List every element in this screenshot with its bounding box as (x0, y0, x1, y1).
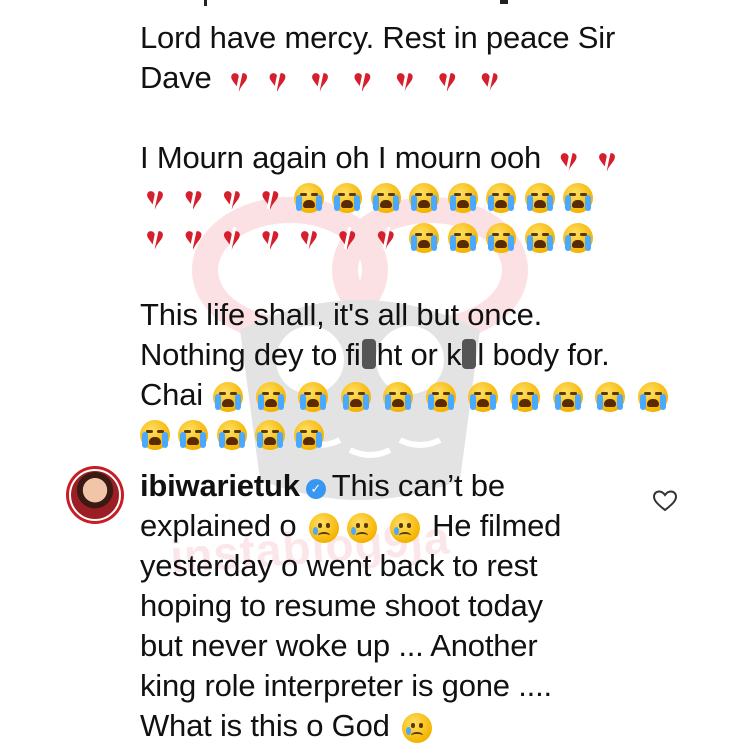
loudly-crying-face-icon (425, 381, 456, 412)
comment-line-text: Chai (140, 377, 203, 412)
comment-line: I Mourn again oh I mourn ooh ♥ ♥ (140, 138, 700, 178)
comment-line: Chai (140, 375, 700, 415)
comment-paragraph-2: I Mourn again oh I mourn ooh ♥ ♥ ♥ ♥ ♥ ♥… (140, 138, 700, 258)
comment-line: Dave ♥ ♥ ♥ ♥ ♥ ♥ ♥ (140, 58, 700, 98)
loudly-crying-face-icon (510, 381, 541, 412)
reply-line: explained o He filmed (140, 506, 660, 546)
reply-comment: ibiwarietuk ✓ This can’t be explained o He… (140, 466, 660, 746)
broken-heart-icon: ♥ (332, 222, 362, 254)
crying-face-icon (308, 512, 339, 543)
comment-line-text: Nothing dey to fi (140, 337, 361, 372)
broken-heart-icon: ♥ (262, 64, 292, 96)
loudly-crying-face-icon (140, 419, 170, 450)
reply-line: yesterday o went back to rest (140, 548, 538, 583)
broken-heart-icon: ♥ (178, 222, 208, 254)
loudly-crying-face-icon (524, 222, 555, 253)
broken-heart-icon: ♥ (371, 222, 401, 254)
emoji-row: ♥ ♥ ♥ ♥ (140, 178, 700, 218)
comment-paragraph-3: This life shall, it's all but once. Noth… (140, 295, 700, 455)
loudly-crying-face-icon (255, 381, 286, 412)
loudly-crying-face-icon (562, 222, 593, 253)
reply-line-text: explained o (140, 508, 297, 543)
comment-line: This life shall, it's all but once. (140, 297, 543, 332)
loudly-crying-face-icon (332, 182, 363, 213)
comment-line-text: l body for. (477, 337, 610, 372)
loudly-crying-face-icon (524, 182, 555, 213)
crying-face-icon (347, 512, 378, 543)
broken-heart-icon: ♥ (390, 64, 420, 96)
reply-line: but never woke up ... Another (140, 628, 538, 663)
loudly-crying-face-icon (467, 381, 498, 412)
broken-heart-icon: ♥ (217, 182, 247, 214)
loudly-crying-face-icon (562, 182, 593, 213)
reply-line-text: What is this o God (140, 708, 390, 743)
emoji-row (140, 415, 700, 455)
comment-line-text: Dave (140, 60, 212, 95)
loudly-crying-face-icon (255, 419, 286, 450)
loudly-crying-face-icon (340, 381, 371, 412)
comment-line: Nothing dey to fi ht or k l body for. (140, 335, 700, 375)
broken-heart-icon: ♥ (255, 182, 285, 214)
loudly-crying-face-icon (447, 222, 478, 253)
broken-heart-icon: ♥ (475, 64, 505, 96)
loudly-crying-face-icon (447, 182, 478, 213)
reply-username[interactable]: ibiwarietuk (140, 468, 300, 503)
loudly-crying-face-icon (552, 381, 583, 412)
loudly-crying-face-icon (178, 419, 209, 450)
loudly-crying-face-icon (409, 182, 440, 213)
loudly-crying-face-icon (409, 222, 440, 253)
reply-line: What is this o God (140, 706, 660, 746)
broken-heart-icon: ♥ (305, 64, 335, 96)
loudly-crying-face-icon (213, 381, 244, 412)
loudly-crying-face-icon (298, 381, 329, 412)
reply-line: ibiwarietuk ✓ This can’t be (140, 466, 660, 506)
crying-face-icon (402, 712, 433, 743)
loudly-crying-face-icon (293, 182, 324, 213)
crying-face-icon (389, 512, 420, 543)
broken-heart-icon: ♥ (347, 64, 377, 96)
reply-line: hoping to resume shoot today (140, 588, 543, 623)
loudly-crying-face-icon (383, 381, 414, 412)
broken-heart-icon: ♥ (294, 222, 324, 254)
comment-line-text: ht or k (376, 337, 462, 372)
loudly-crying-face-icon (293, 419, 324, 450)
loudly-crying-face-icon (595, 381, 626, 412)
broken-heart-icon: ♥ (224, 64, 254, 96)
avatar-photo (69, 469, 121, 521)
broken-heart-icon: ♥ (140, 222, 170, 254)
loudly-crying-face-icon (486, 182, 517, 213)
censor-block (462, 339, 477, 369)
broken-heart-icon: ♥ (140, 182, 170, 214)
reply-line-text: He filmed (432, 508, 562, 543)
broken-heart-icon: ♥ (217, 222, 247, 254)
comment-line-text: I Mourn again oh I mourn ooh (140, 140, 542, 175)
cropped-text-remnants (196, 0, 526, 8)
reply-line-text: This can’t be (331, 468, 505, 503)
loudly-crying-face-icon (637, 381, 668, 412)
broken-heart-icon: ♥ (592, 144, 622, 176)
emoji-row: ♥ ♥ ♥ ♥ ♥ ♥ ♥ (140, 218, 700, 258)
censor-block (361, 339, 376, 369)
broken-heart-icon: ♥ (432, 64, 462, 96)
loudly-crying-face-icon (486, 222, 517, 253)
broken-heart-icon: ♥ (255, 222, 285, 254)
broken-heart-icon: ♥ (554, 144, 584, 176)
reply-line: king role interpreter is gone .... (140, 668, 552, 703)
loudly-crying-face-icon (216, 419, 247, 450)
verified-badge-icon: ✓ (305, 479, 326, 499)
broken-heart-icon: ♥ (178, 182, 208, 214)
comment-line: Lord have mercy. Rest in peace Sir (140, 20, 616, 55)
loudly-crying-face-icon (370, 182, 401, 213)
comment-paragraph-1: Lord have mercy. Rest in peace Sir Dave … (140, 18, 700, 98)
avatar[interactable] (66, 466, 124, 524)
